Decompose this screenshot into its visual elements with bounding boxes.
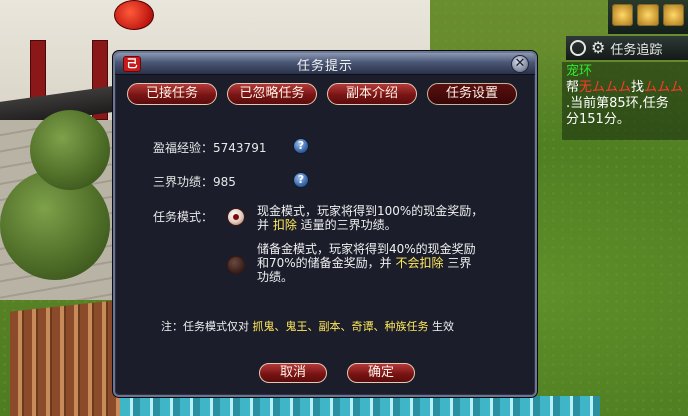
quest-line-1: 帮无ムムム找ムムム: [566, 80, 684, 95]
reserve-mode-radio[interactable]: [227, 256, 245, 274]
tab-bar: 已接任务 已忽略任务 副本介绍 任务设置: [127, 83, 517, 105]
exp-value: 5743791: [213, 141, 267, 155]
dialog-title: 任务提示: [296, 59, 353, 74]
red-lantern: [114, 0, 154, 30]
task-settings-dialog: 己 任务提示 ✕ 已接任务 已忽略任务 副本介绍 任务设置 盈福经验：57437…: [113, 51, 537, 397]
cancel-button[interactable]: 取消: [259, 363, 327, 383]
clock-icon[interactable]: [570, 40, 586, 56]
merit-label: 三界功绩：: [153, 175, 214, 189]
hud-slot-icon[interactable]: [637, 4, 659, 26]
wooden-fence: [10, 300, 120, 416]
quest-line-2: .当前第85环,任务: [566, 96, 669, 111]
tab-task-settings[interactable]: 任务设置: [427, 83, 517, 105]
exp-label: 盈福经验：: [153, 141, 214, 155]
merit-value: 985: [213, 175, 236, 189]
bridge-railing: [120, 396, 600, 416]
gear-icon[interactable]: ⚙: [591, 40, 605, 56]
cash-mode-text: 现金模式，玩家将得到100%的现金奖励， 并 扣除 适量的三界功绩。: [257, 204, 484, 232]
hud-slot-icon[interactable]: [612, 4, 634, 26]
tree: [30, 110, 110, 190]
task-tracker-panel: 宠环 帮无ムムム找ムムム .当前第85环,任务 分151分。: [562, 62, 688, 140]
tab-accepted[interactable]: 已接任务: [127, 83, 217, 105]
help-icon[interactable]: ?: [293, 138, 309, 154]
hud-slot-icon[interactable]: [662, 4, 684, 26]
hud-skill-bar: [608, 0, 688, 34]
mode-label: 任务模式：: [153, 210, 214, 224]
quest-line-3: 分151分。: [566, 112, 630, 127]
confirm-button[interactable]: 确定: [347, 363, 415, 383]
quest-name[interactable]: 宠环: [566, 64, 684, 80]
exp-row: 盈福经验：5743791: [153, 139, 266, 156]
reserve-mode-text: 储备金模式，玩家将得到40%的现金奖励 和70%的储备金奖励，并 不会扣除 三界…: [257, 242, 476, 284]
mode-note: 注：任务模式仅对 抓鬼、鬼王、副本、奇谭、种族任务 生效: [161, 320, 454, 333]
tab-ignored[interactable]: 已忽略任务: [227, 83, 317, 105]
help-icon[interactable]: ?: [293, 172, 309, 188]
tracker-title[interactable]: 任务追踪: [610, 39, 662, 58]
close-icon[interactable]: ✕: [511, 55, 529, 73]
task-tracker-header: ⚙ 任务追踪: [566, 36, 688, 60]
cash-mode-radio[interactable]: [227, 208, 245, 226]
tab-dungeon-intro[interactable]: 副本介绍: [327, 83, 417, 105]
dialog-titlebar[interactable]: 己 任务提示 ✕: [115, 53, 535, 75]
merit-row: 三界功绩：985: [153, 173, 236, 190]
